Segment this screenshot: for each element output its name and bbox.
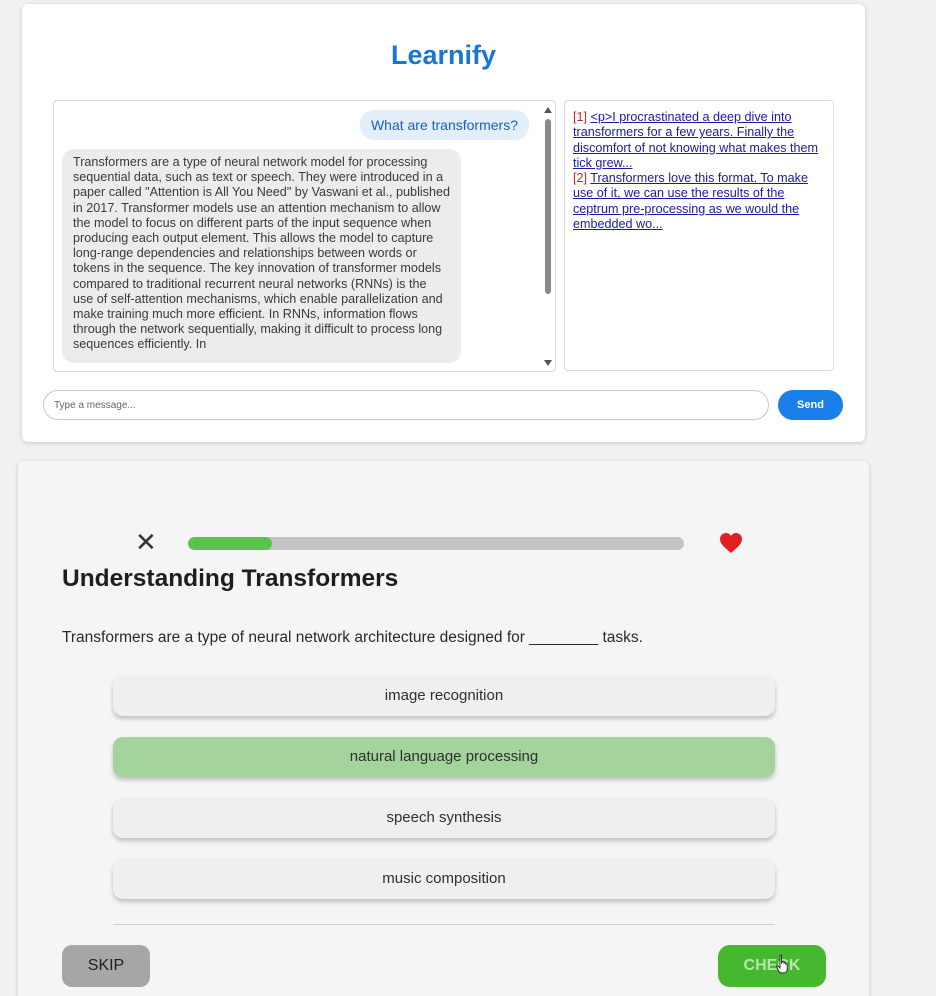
app-title: Learnify — [390, 40, 497, 70]
scroll-up-arrow-icon[interactable] — [544, 107, 552, 113]
answer-option[interactable]: natural language processing — [113, 737, 775, 777]
scrollbar-thumb[interactable] — [545, 119, 551, 294]
reference-link[interactable]: Transformers love this format. To make u… — [573, 171, 808, 231]
divider — [113, 924, 775, 925]
quiz-title: Understanding Transformers — [62, 565, 399, 592]
references-panel: [1] <p>I procrastinated a deep dive into… — [564, 100, 834, 371]
chat-scrollbar[interactable] — [541, 101, 555, 371]
scroll-down-arrow-icon[interactable] — [544, 360, 552, 366]
message-input[interactable] — [43, 390, 769, 420]
answer-option[interactable]: music composition — [113, 859, 775, 899]
bot-message-bubble: Transformers are a type of neural networ… — [62, 149, 461, 363]
answer-option[interactable]: image recognition — [113, 676, 775, 716]
user-message-bubble: What are transformers? — [359, 110, 529, 140]
chat-card: Learnify What are transformers? Transfor… — [22, 4, 865, 442]
quiz-card: ✕ Understanding Transformers Transformer… — [18, 461, 869, 996]
reference-number: [1] — [573, 110, 588, 124]
reference-link[interactable]: <p>I procrastinated a deep dive into tra… — [573, 110, 818, 170]
close-icon[interactable]: ✕ — [135, 529, 157, 555]
progress-bar — [188, 537, 684, 550]
reference-item: [2] Transformers love this format. To ma… — [573, 171, 825, 232]
chat-messages-panel[interactable]: What are transformers? Transformers are … — [53, 100, 556, 372]
question-text: Transformers are a type of neural networ… — [62, 629, 643, 646]
hand-cursor-icon — [776, 954, 788, 974]
send-button[interactable]: Send — [778, 390, 843, 420]
skip-button[interactable]: SKIP — [62, 945, 150, 987]
check-button[interactable]: CHECK — [718, 945, 826, 987]
heart-icon — [720, 533, 742, 553]
answer-option[interactable]: speech synthesis — [113, 798, 775, 838]
reference-number: [2] — [573, 171, 588, 186]
progress-bar-fill — [188, 537, 273, 550]
reference-item: [1] <p>I procrastinated a deep dive into… — [573, 110, 825, 171]
